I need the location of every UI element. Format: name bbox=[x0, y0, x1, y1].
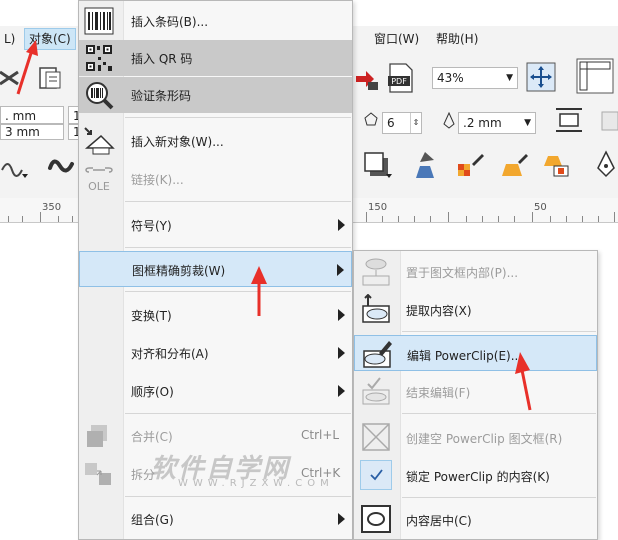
submenu-item-label: 提取内容(X) bbox=[406, 304, 472, 318]
outline-width-select[interactable]: .2 mm ▼ bbox=[458, 112, 536, 134]
menu-item-transformations[interactable]: 变换(T) bbox=[79, 297, 352, 333]
stepper-icon[interactable]: ⇕ bbox=[410, 113, 421, 133]
connector-tool-icon[interactable] bbox=[0, 150, 30, 180]
submenu-item-finish-editing[interactable]: 结束编辑(F) bbox=[354, 373, 597, 409]
barcode-magnifier-icon bbox=[83, 80, 115, 110]
wrap-text-icon[interactable] bbox=[554, 105, 584, 135]
menu-item-label: 插入 QR 码 bbox=[131, 52, 193, 66]
empty-powerclip-frame-icon bbox=[360, 422, 392, 452]
menu-item-label: 组合(G) bbox=[131, 513, 174, 527]
powerclip-submenu: 置于图文框内部(P)... 提取内容(X) 编辑 PowerClip(E)...… bbox=[353, 250, 598, 540]
annotation-arrow-icon bbox=[515, 352, 532, 411]
chevron-down-icon: ▼ bbox=[524, 118, 531, 128]
menu-item-label: 顺序(O) bbox=[131, 385, 174, 399]
submenu-item-extract-contents[interactable]: 提取内容(X) bbox=[354, 291, 597, 327]
submenu-arrow-icon bbox=[338, 347, 345, 359]
submenu-item-label: 创建空 PowerClip 图文框(R) bbox=[406, 432, 563, 446]
menu-item-label: 验证条形码 bbox=[131, 89, 192, 103]
ruler-tick-label: 350 bbox=[42, 202, 62, 213]
watermark-url: WWW.RJZXW.COM bbox=[178, 478, 334, 489]
menu-item-insert-new-object[interactable]: 插入新对象(W)... bbox=[79, 123, 352, 159]
annotation-arrow-icon bbox=[251, 266, 267, 316]
pen-tool-icon[interactable] bbox=[594, 150, 618, 180]
submenu-item-label: 结束编辑(F) bbox=[406, 386, 471, 400]
submenu-item-label: 置于图文框内部(P)... bbox=[406, 266, 519, 280]
submenu-arrow-icon bbox=[338, 309, 345, 321]
qr-code-icon bbox=[83, 43, 115, 73]
annotation-arrow-icon bbox=[16, 40, 38, 95]
menu-item-shortcut: Ctrl+L bbox=[301, 428, 340, 442]
pentagon-icon bbox=[364, 112, 378, 129]
menu-item-powerclip[interactable]: 图框精确剪裁(W) bbox=[79, 251, 352, 287]
menu-item-label: 合并(C) bbox=[131, 430, 173, 444]
zoom-level-select[interactable]: 43% ▼ bbox=[432, 67, 518, 89]
submenu-arrow-icon bbox=[338, 219, 345, 231]
submenu-item-lock-contents[interactable]: 锁定 PowerClip 的内容(K) bbox=[354, 457, 597, 493]
chevron-down-icon: ▼ bbox=[506, 73, 513, 83]
menu-item-help[interactable]: 帮助(H) bbox=[432, 29, 482, 49]
menu-item-label: 变换(T) bbox=[131, 309, 172, 323]
submenu-arrow-icon bbox=[337, 264, 344, 276]
menu-item-links[interactable]: OLE 链接(K)... bbox=[79, 161, 352, 197]
rulers-icon[interactable] bbox=[576, 58, 614, 94]
submenu-item-label: 编辑 PowerClip(E)... bbox=[407, 349, 523, 363]
svg-text:OLE: OLE bbox=[88, 180, 110, 193]
fountain-fill-icon[interactable] bbox=[410, 150, 440, 180]
menu-item-label: 图框精确剪裁(W) bbox=[132, 264, 226, 278]
outline-pen-icon bbox=[442, 111, 456, 133]
import-icon[interactable] bbox=[354, 62, 384, 92]
object-height-field[interactable]: 3 mm bbox=[0, 124, 64, 140]
artistic-media-icon[interactable] bbox=[46, 150, 76, 180]
polygon-sides-field[interactable]: 6 ⇕ bbox=[382, 112, 422, 134]
outline-width-value: .2 mm bbox=[463, 116, 502, 130]
ole-link-icon: OLE bbox=[83, 164, 115, 194]
submenu-item-place-inside-frame[interactable]: 置于图文框内部(P)... bbox=[354, 253, 597, 289]
menu-item-label: 链接(K)... bbox=[131, 173, 184, 187]
menu-item-label: 插入条码(B)... bbox=[131, 15, 209, 29]
svg-text:PDF: PDF bbox=[391, 77, 407, 86]
copy-properties-icon[interactable] bbox=[598, 108, 618, 138]
menu-item-align-distribute[interactable]: 对齐和分布(A) bbox=[79, 335, 352, 371]
submenu-arrow-icon bbox=[338, 513, 345, 525]
drop-shadow-icon[interactable] bbox=[362, 150, 392, 180]
zoom-level-value: 43% bbox=[437, 71, 464, 85]
ruler-tick-label: 150 bbox=[368, 202, 388, 213]
export-pdf-icon[interactable]: PDF bbox=[386, 62, 416, 93]
attributes-eyedropper-icon[interactable] bbox=[500, 150, 530, 180]
menu-item-label: 对齐和分布(A) bbox=[131, 347, 209, 361]
extract-contents-icon bbox=[360, 293, 392, 324]
menu-item-symbol[interactable]: 符号(Y) bbox=[79, 207, 352, 243]
checkmark-icon bbox=[360, 460, 392, 490]
menu-item-group[interactable]: 组合(G) bbox=[79, 501, 352, 537]
object-width-field[interactable]: . mm bbox=[0, 106, 64, 124]
insert-object-icon bbox=[83, 126, 115, 156]
submenu-item-label: 锁定 PowerClip 的内容(K) bbox=[406, 470, 550, 484]
submenu-item-center-contents[interactable]: 内容居中(C) bbox=[354, 501, 597, 537]
menu-item-label: 符号(Y) bbox=[131, 219, 172, 233]
ruler-tick-label: 50 bbox=[534, 202, 547, 213]
place-inside-frame-icon bbox=[360, 256, 392, 286]
menu-item-insert-barcode[interactable]: 插入条码(B)... bbox=[79, 3, 352, 39]
submenu-item-label: 内容居中(C) bbox=[406, 514, 472, 528]
menu-item-validate-barcode[interactable]: 验证条形码 bbox=[79, 77, 352, 113]
menu-item-window[interactable]: 窗口(W) bbox=[370, 29, 423, 49]
edit-powerclip-icon bbox=[361, 339, 393, 369]
color-eyedropper-icon[interactable] bbox=[456, 150, 486, 180]
submenu-arrow-icon bbox=[338, 385, 345, 397]
menu-item-order[interactable]: 顺序(O) bbox=[79, 373, 352, 409]
center-contents-icon bbox=[360, 504, 392, 534]
polygon-sides-value: 6 bbox=[387, 116, 395, 130]
smart-fill-icon[interactable] bbox=[542, 150, 572, 180]
submenu-item-create-empty-frame[interactable]: 创建空 PowerClip 图文框(R) bbox=[354, 419, 597, 455]
full-screen-icon[interactable] bbox=[526, 62, 556, 92]
break-apart-icon bbox=[83, 459, 115, 489]
combine-icon bbox=[83, 421, 115, 451]
menu-item-insert-qr-code[interactable]: 插入 QR 码 bbox=[79, 40, 352, 76]
finish-editing-icon bbox=[360, 376, 392, 406]
barcode-icon bbox=[83, 6, 115, 36]
menu-item-label: 插入新对象(W)... bbox=[131, 135, 224, 149]
submenu-item-edit-powerclip[interactable]: 编辑 PowerClip(E)... bbox=[354, 335, 597, 371]
